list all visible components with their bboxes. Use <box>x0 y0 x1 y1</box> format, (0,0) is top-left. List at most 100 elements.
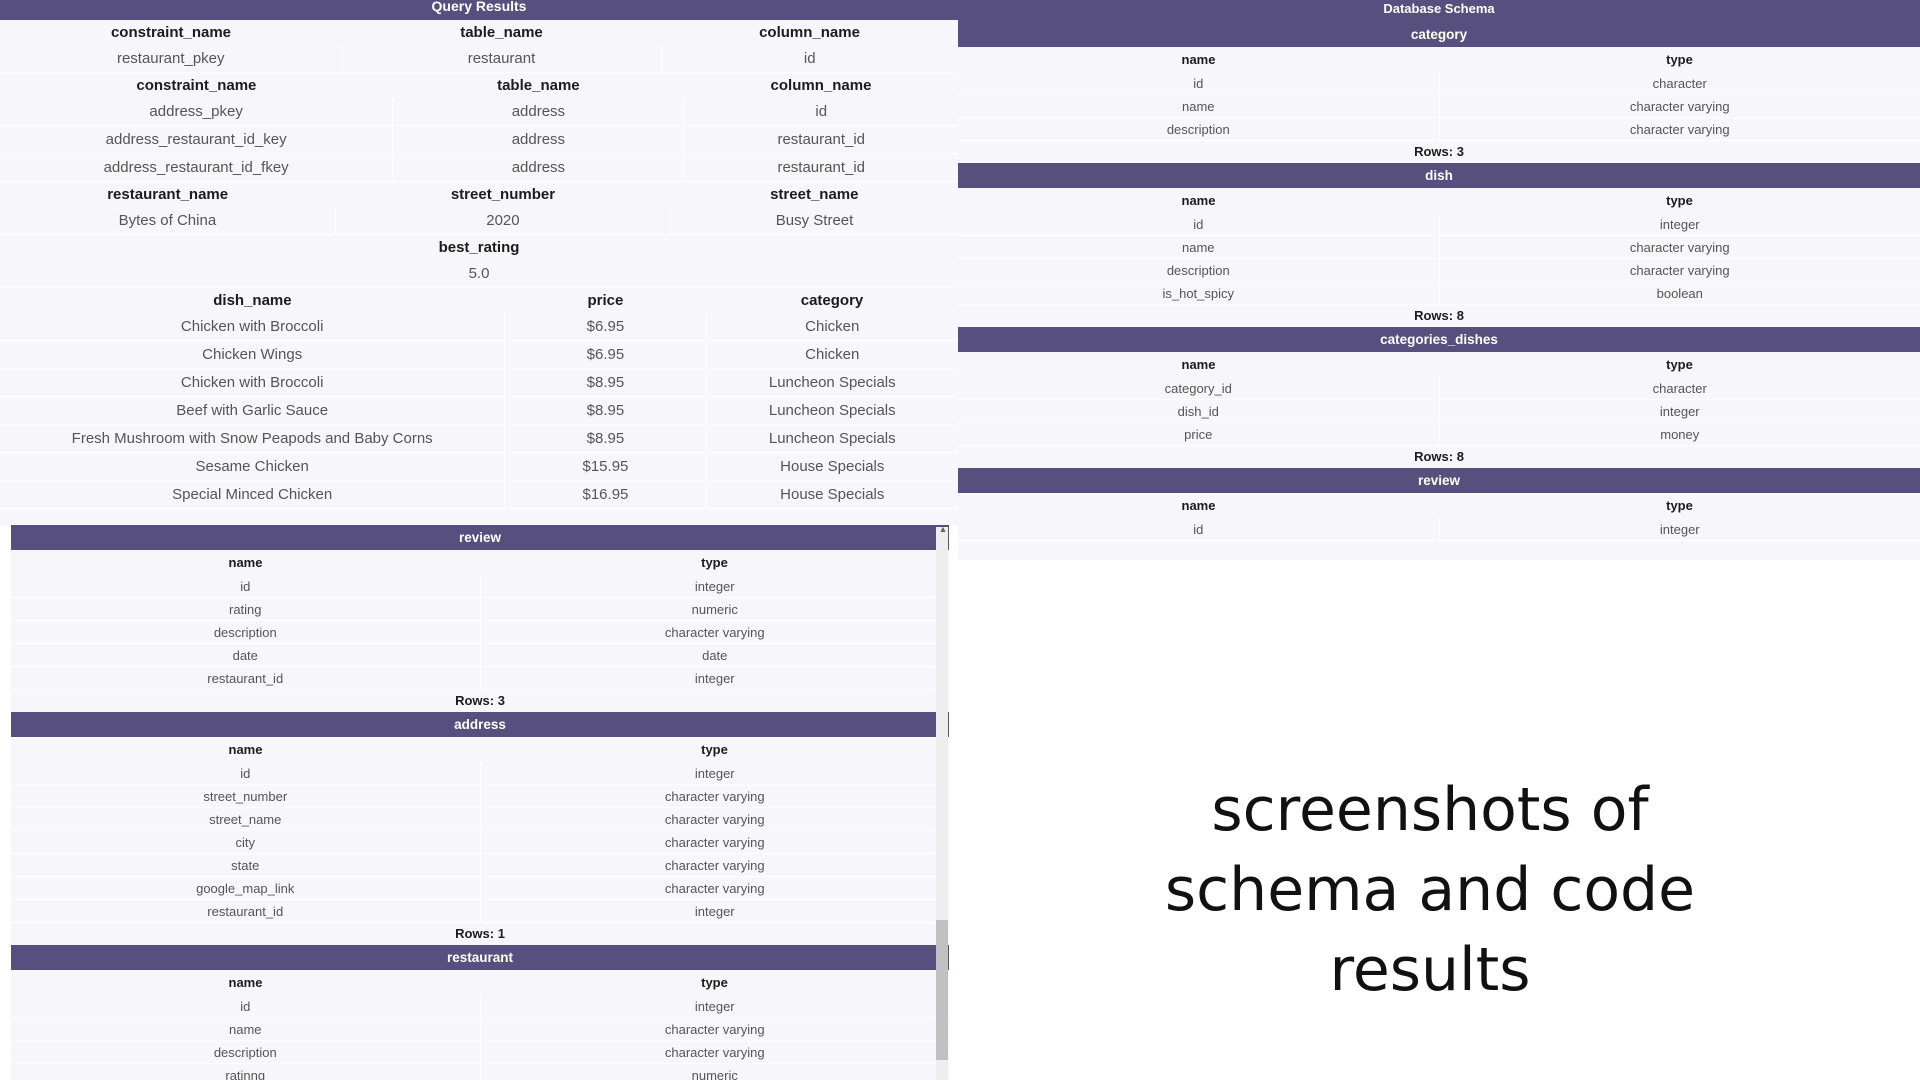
table-row: price money <box>958 422 1920 446</box>
table-cell: description <box>11 1040 481 1064</box>
row-count-label: Rows: 8 <box>1414 449 1464 464</box>
table-cell: character varying <box>480 1017 949 1041</box>
schema-table-name: category <box>958 22 1920 47</box>
table-cell: character varying <box>480 807 949 831</box>
table-cell: Chicken <box>706 340 958 369</box>
table-cell: character varying <box>1439 235 1920 259</box>
table-header-row: name type <box>11 550 949 575</box>
table-cell: Fresh Mushroom with Snow Peapods and Bab… <box>0 424 506 453</box>
table-cell: Bytes of China <box>0 207 336 235</box>
table-cell: $6.95 <box>504 340 707 369</box>
table-row: address_pkey address id <box>0 98 958 126</box>
column-header: type <box>701 975 728 990</box>
column-header: type <box>1666 193 1693 208</box>
table-cell: $8.95 <box>504 424 707 453</box>
vertical-scrollbar-thumb[interactable] <box>936 920 948 1060</box>
query-results-tables: constraint_name table_name column_name rest… <box>0 20 958 509</box>
column-header: street_name <box>770 186 859 203</box>
table-cell: character <box>1439 72 1920 95</box>
table-cell: House Specials <box>706 480 958 509</box>
table-cell: 2020 <box>335 207 672 235</box>
table-cell: character varying <box>480 784 949 808</box>
table-row: id integer <box>11 995 949 1018</box>
table-cell: id <box>661 45 958 73</box>
table-header-row: name type <box>11 737 949 762</box>
table-cell: 5.0 <box>0 260 958 288</box>
table-row: Chicken Wings $6.95 Chicken <box>0 340 958 369</box>
database-schema-panel: Database Schema category name type id charac… <box>958 0 1920 560</box>
table-cell: restaurant_id <box>683 153 958 182</box>
column-header: restaurant_name <box>107 186 229 203</box>
table-cell: integer <box>1439 213 1920 236</box>
table-row: Chicken with Broccoli $6.95 Chicken <box>0 313 958 341</box>
table-cell: Chicken with Broccoli <box>0 368 506 397</box>
column-header: name <box>1181 498 1216 513</box>
table-header-row: name type <box>11 970 949 995</box>
result-table: dish_name price category Chicken with Brocc… <box>0 288 958 509</box>
table-cell: integer <box>480 899 949 923</box>
schema-list-scroll-area[interactable]: review name type id integer rating numeric desc… <box>11 525 949 1080</box>
row-count-label: Rows: 3 <box>1414 144 1464 159</box>
schema-table-name: restaurant <box>11 945 949 970</box>
column-header: street_number <box>450 186 556 203</box>
table-cell: Luncheon Specials <box>706 424 958 453</box>
schema-table: name type id integer <box>958 493 1920 541</box>
table-cell: character varying <box>1439 258 1920 282</box>
column-header: name <box>1181 193 1216 208</box>
scroll-up-arrow-icon[interactable]: ▲ <box>938 524 948 534</box>
table-cell: address <box>392 98 685 126</box>
column-header: name <box>228 555 263 570</box>
table-cell: restaurant <box>342 45 662 73</box>
column-header: column_name <box>770 77 872 94</box>
column-header: best_rating <box>438 239 520 256</box>
table-cell: character varying <box>1439 117 1920 141</box>
table-cell: google_map_link <box>11 876 481 900</box>
table-row: name character varying <box>11 1017 949 1041</box>
table-row: street_name character varying <box>11 807 949 831</box>
table-cell: integer <box>480 995 949 1018</box>
table-row: Special Minced Chicken $16.95 House Specia… <box>0 480 958 509</box>
column-header: table_name <box>460 24 543 41</box>
column-header: type <box>1666 357 1693 372</box>
table-row: dish_id integer <box>958 399 1920 423</box>
table-row: category_id character <box>958 377 1920 400</box>
database-schema-title: Database Schema <box>958 0 1920 22</box>
table-cell: integer <box>480 575 949 598</box>
schema-table: name type category_id character dish_id integ… <box>958 352 1920 446</box>
column-header: table_name <box>497 77 580 94</box>
table-row: google_map_link character varying <box>11 876 949 900</box>
schema-table-name: review <box>11 525 949 550</box>
table-cell: character varying <box>480 1040 949 1064</box>
table-cell: rating <box>11 597 481 621</box>
schema-table-name: review <box>958 468 1920 493</box>
table-cell: address_restaurant_id_key <box>0 125 394 154</box>
table-row: ratinng numeric <box>11 1063 949 1080</box>
schema-table: name type id integer name character varying de… <box>958 188 1920 305</box>
result-table: constraint_name table_name column_name rest… <box>0 20 958 73</box>
table-cell: Luncheon Specials <box>706 396 958 425</box>
table-cell: Chicken with Broccoli <box>0 313 506 341</box>
table-row: Bytes of China 2020 Busy Street <box>0 207 958 235</box>
table-row: street_number character varying <box>11 784 949 808</box>
caption-line: schema and code <box>1164 855 1696 925</box>
column-header: name <box>228 975 263 990</box>
table-cell: id <box>958 213 1440 236</box>
schema-table-name: address <box>11 712 949 737</box>
row-count-label: Rows: 3 <box>455 693 505 708</box>
table-cell: id <box>11 762 481 785</box>
table-row: id integer <box>11 762 949 785</box>
result-table: best_rating 5.0 <box>0 235 958 288</box>
schema-table-name: categories_dishes <box>958 327 1920 352</box>
table-cell: Special Minced Chicken <box>0 480 506 509</box>
table-header-row: restaurant_name street_number street_name <box>0 182 958 207</box>
database-schema-tables: category name type id character name character… <box>958 22 1920 541</box>
table-cell: name <box>958 235 1440 259</box>
table-row: id integer <box>958 518 1920 541</box>
table-cell: state <box>11 853 481 877</box>
table-cell: description <box>11 620 481 644</box>
table-row: is_hot_spicy boolean <box>958 281 1920 305</box>
table-row: restaurant_id integer <box>11 899 949 923</box>
column-header: type <box>1666 52 1693 67</box>
table-cell: restaurant_pkey <box>0 45 343 73</box>
table-row: city character varying <box>11 830 949 854</box>
